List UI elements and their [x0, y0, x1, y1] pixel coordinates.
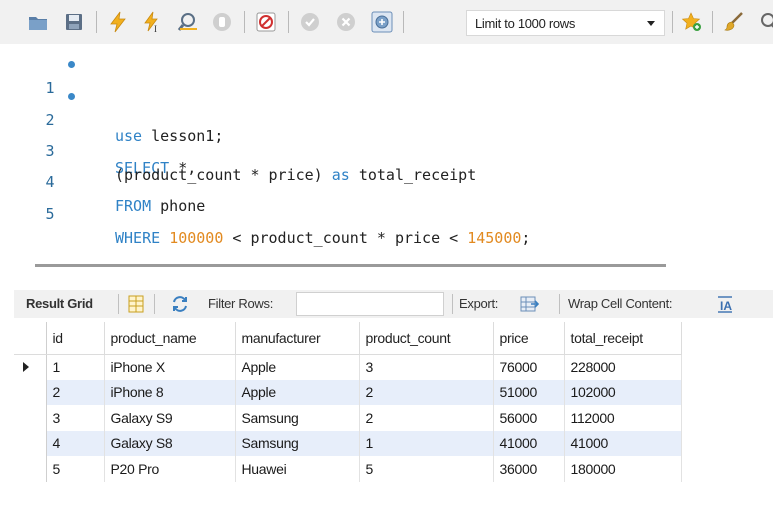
toggle-error-icon[interactable]: [254, 10, 278, 34]
row-marker: [14, 379, 47, 405]
wrap-text-icon[interactable]: IA: [715, 294, 735, 314]
statement-marker-icon: [68, 93, 75, 100]
sql-editor[interactable]: 1 use lesson1; 2 SELECT *, 3 (product_co…: [0, 44, 773, 270]
table-cell[interactable]: 3: [359, 354, 494, 380]
line-number: 5: [45, 205, 55, 223]
column-header[interactable]: price: [493, 322, 565, 355]
row-marker: [14, 456, 47, 482]
table-cell[interactable]: Huawei: [235, 456, 360, 482]
sql-number: 100000: [169, 229, 224, 247]
search-icon[interactable]: [756, 10, 773, 34]
table-cell[interactable]: 5: [359, 456, 494, 482]
svg-text:IA: IA: [720, 299, 732, 313]
table-cell[interactable]: 112000: [564, 405, 682, 431]
table-row[interactable]: 5 P20 Pro Huawei 5 36000 180000: [14, 456, 682, 482]
grid-layout-icon[interactable]: [126, 294, 146, 314]
table-cell[interactable]: Apple: [235, 379, 360, 405]
table-row[interactable]: 4 Galaxy S8 Samsung 1 41000 41000: [14, 430, 682, 456]
column-header[interactable]: total_receipt: [564, 322, 682, 355]
column-header[interactable]: id: [46, 322, 105, 355]
table-cell[interactable]: 228000: [564, 354, 682, 380]
table-cell[interactable]: 1: [46, 354, 105, 380]
code-line: 5 WHERE 100000 < product_count * price <…: [0, 178, 773, 247]
table-cell[interactable]: Galaxy S8: [104, 430, 236, 456]
table-cell[interactable]: 2: [359, 379, 494, 405]
table-row[interactable]: 3 Galaxy S9 Samsung 2 56000 112000: [14, 405, 682, 431]
sql-number: 145000: [467, 229, 522, 247]
limit-rows-label: Limit to 1000 rows: [475, 15, 576, 31]
table-cell[interactable]: 4: [46, 430, 105, 456]
table-cell[interactable]: 51000: [493, 379, 565, 405]
table-row[interactable]: 2 iPhone 8 Apple 2 51000 102000: [14, 379, 682, 405]
table-cell[interactable]: 3: [46, 405, 105, 431]
table-cell[interactable]: 5: [46, 456, 105, 482]
limit-rows-select[interactable]: Limit to 1000 rows: [466, 10, 665, 36]
row-marker: [14, 405, 47, 431]
brush-icon[interactable]: [722, 10, 746, 34]
table-cell[interactable]: Samsung: [235, 430, 360, 456]
commit-icon[interactable]: [298, 10, 322, 34]
statement-marker-icon: [68, 61, 75, 68]
code-line: 1 use lesson1;: [0, 52, 773, 145]
table-cell[interactable]: P20 Pro: [104, 456, 236, 482]
table-cell[interactable]: 2: [359, 405, 494, 431]
table-cell[interactable]: Samsung: [235, 405, 360, 431]
row-marker-header: [14, 322, 47, 355]
result-grid[interactable]: id product_name manufacturer product_cou…: [14, 322, 773, 523]
lightning-cursor-icon[interactable]: I: [140, 10, 164, 34]
code-line: 4 FROM phone: [0, 146, 773, 215]
star-add-icon[interactable]: [680, 10, 704, 34]
column-header[interactable]: product_count: [359, 322, 494, 355]
code-line: 3 (product_count * price) as total_recei…: [0, 115, 773, 184]
row-marker: [14, 354, 47, 380]
magnifier-icon[interactable]: [176, 10, 200, 34]
table-cell[interactable]: iPhone X: [104, 354, 236, 380]
column-header[interactable]: product_name: [104, 322, 236, 355]
column-header[interactable]: manufacturer: [235, 322, 360, 355]
table-cell[interactable]: 56000: [493, 405, 565, 431]
sql-text: ;: [521, 229, 531, 247]
lightning-icon[interactable]: [106, 10, 130, 34]
rollback-icon[interactable]: [334, 10, 358, 34]
sql-editor-toolbar: I Limit to 1000 rows: [0, 0, 773, 44]
table-row[interactable]: 1 iPhone X Apple 3 76000 228000: [14, 354, 682, 380]
result-grid-tab[interactable]: Result Grid: [26, 290, 93, 318]
header-row: id product_name manufacturer product_cou…: [14, 322, 682, 355]
panel-splitter[interactable]: [35, 264, 666, 267]
table-cell[interactable]: 1: [359, 430, 494, 456]
table-cell[interactable]: 2: [46, 379, 105, 405]
filter-rows-label: Filter Rows:: [208, 296, 274, 311]
result-table: id product_name manufacturer product_cou…: [14, 322, 682, 482]
table-cell[interactable]: Galaxy S9: [104, 405, 236, 431]
table-cell[interactable]: 102000: [564, 379, 682, 405]
table-cell[interactable]: 76000: [493, 354, 565, 380]
table-cell[interactable]: 36000: [493, 456, 565, 482]
table-cell[interactable]: 180000: [564, 456, 682, 482]
table-cell[interactable]: iPhone 8: [104, 379, 236, 405]
chevron-down-icon: [647, 21, 655, 26]
export-icon[interactable]: [519, 294, 540, 314]
current-row-icon: [23, 362, 29, 372]
save-icon[interactable]: [62, 10, 86, 34]
sql-text: < product_count * price <: [223, 229, 468, 247]
folder-icon[interactable]: [26, 10, 50, 34]
table-cell[interactable]: Apple: [235, 354, 360, 380]
autocommit-icon[interactable]: [370, 10, 394, 34]
export-label: Export:: [459, 296, 499, 311]
stop-icon[interactable]: [210, 10, 234, 34]
svg-text:I: I: [154, 24, 157, 33]
table-cell[interactable]: 41000: [564, 430, 682, 456]
code-line: 2 SELECT *,: [0, 84, 773, 177]
table-cell[interactable]: 41000: [493, 430, 565, 456]
sql-keyword: WHERE: [115, 229, 161, 247]
refresh-icon[interactable]: [170, 294, 190, 314]
wrap-cell-label: Wrap Cell Content:: [568, 296, 673, 311]
row-marker: [14, 430, 47, 456]
filter-rows-input[interactable]: [296, 292, 444, 316]
result-toolbar: Result Grid Filter Rows: Export: Wrap Ce…: [14, 290, 773, 318]
